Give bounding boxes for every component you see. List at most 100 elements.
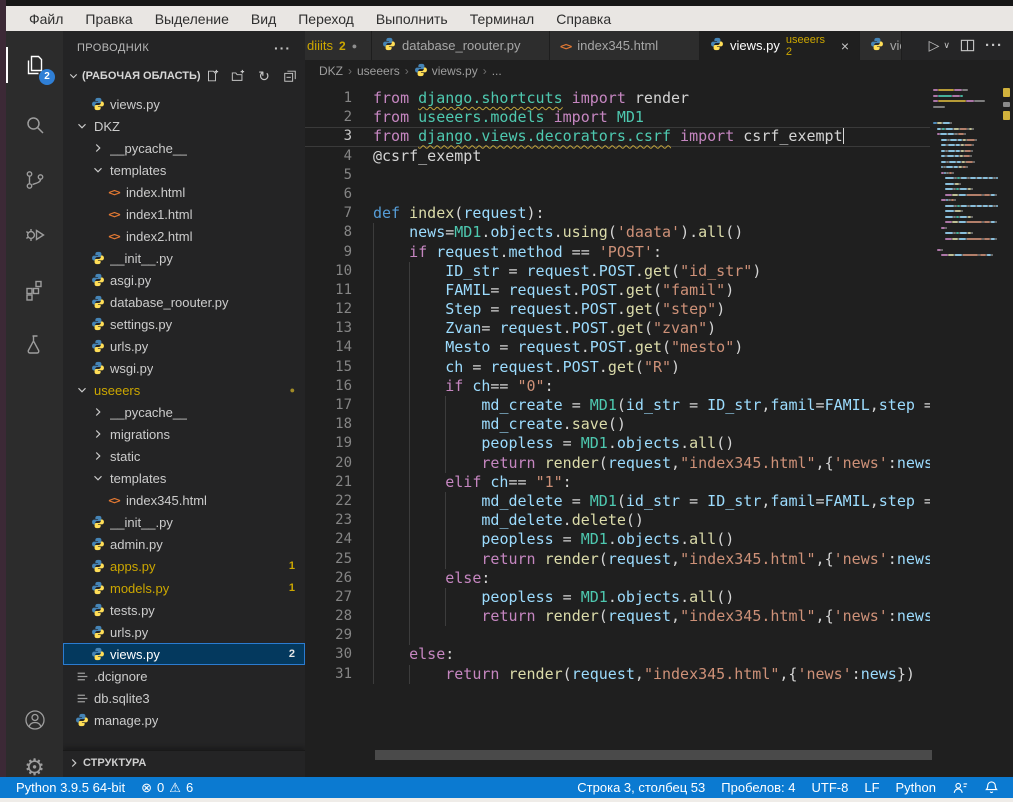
workspace-section-header[interactable]: (РАБОЧАЯ ОБЛАСТЬ) ... ↻ (63, 64, 305, 88)
outline-section-label: СТРУКТУРА (83, 757, 146, 769)
tree-item-migrations[interactable]: migrations (63, 423, 305, 445)
tree-item-database-roouter-py[interactable]: database_roouter.py (63, 291, 305, 313)
outline-section-header[interactable]: СТРУКТУРА (63, 750, 305, 775)
breadcrumb-item-DKZ[interactable]: DKZ (319, 64, 343, 78)
tree-item-index1-html[interactable]: <>index1.html (63, 203, 305, 225)
files-icon[interactable]: 2 (6, 41, 63, 89)
vertical-scrollbar[interactable] (1000, 82, 1013, 777)
menu-bar: ФайлПравкаВыделениеВидПереходВыполнитьТе… (6, 6, 1013, 31)
tab-bar: diiits2●database_roouter.py<>index345.ht… (305, 31, 1013, 60)
menu-item-3[interactable]: Выделение (144, 11, 240, 27)
tree-item--pycache-[interactable]: __pycache__ (63, 401, 305, 423)
breadcrumb-item-useeers[interactable]: useeers (357, 64, 400, 78)
line-number: 5 (305, 166, 373, 185)
modified-dot: ● (290, 385, 295, 395)
indentation-status[interactable]: Пробелов: 4 (713, 780, 803, 795)
tab-database_roouter.py[interactable]: database_roouter.py (372, 31, 550, 60)
tree-item-settings-py[interactable]: settings.py (63, 313, 305, 335)
menu-item-6[interactable]: Выполнить (365, 11, 459, 27)
tree-item-static[interactable]: static (63, 445, 305, 467)
python-file-icon (89, 317, 107, 331)
tree-item-views-py[interactable]: views.py (63, 93, 305, 115)
python-file-icon (870, 37, 884, 54)
close-icon[interactable]: × (841, 38, 849, 54)
tree-item-tests-py[interactable]: tests.py (63, 599, 305, 621)
tree-item-urls-py[interactable]: urls.py (63, 335, 305, 357)
menu-item-1[interactable]: Файл (18, 11, 74, 27)
tree-item-urls-py[interactable]: urls.py (63, 621, 305, 643)
search-icon[interactable] (6, 101, 63, 149)
tab-views.py[interactable]: views.pyuseeers 2× (700, 31, 860, 60)
code-editor[interactable]: 1234567891011121314151617181920212223242… (305, 82, 1013, 777)
new-file-icon[interactable] (203, 67, 221, 85)
tree-item-label: urls.py (110, 625, 148, 640)
more-actions-icon[interactable]: ··· (274, 40, 291, 56)
menu-item-5[interactable]: Переход (287, 11, 365, 27)
problems-status[interactable]: ⊗ 0 ⚠ 6 (133, 780, 201, 796)
overview-ruler-mark (1003, 88, 1010, 97)
new-folder-icon[interactable] (229, 67, 247, 85)
encoding-status[interactable]: UTF-8 (804, 780, 857, 795)
tree-item-wsgi-py[interactable]: wsgi.py (63, 357, 305, 379)
tree-item--init-py[interactable]: __init__.py (63, 247, 305, 269)
breadcrumb-item-viewspy[interactable]: views.py (414, 63, 478, 80)
menu-item-7[interactable]: Терминал (459, 11, 545, 27)
more-actions-icon[interactable]: ··· (985, 37, 1003, 54)
tree-item-asgi-py[interactable]: asgi.py (63, 269, 305, 291)
tree-item--dcignore[interactable]: .dcignore (63, 665, 305, 687)
tree-item-db-sqlite3[interactable]: db.sqlite3 (63, 687, 305, 709)
testing-icon[interactable] (6, 321, 63, 369)
problems-badge: 2 (289, 648, 295, 660)
menu-item-2[interactable]: Правка (74, 11, 143, 27)
tree-item-models-py[interactable]: models.py1 (63, 577, 305, 599)
tree-item-index-html[interactable]: <>index.html (63, 181, 305, 203)
chevron-down-icon (73, 383, 91, 397)
tree-item-manage-py[interactable]: manage.py (63, 709, 305, 731)
tree-item-templates[interactable]: templates (63, 467, 305, 489)
account-icon[interactable] (6, 696, 63, 744)
line-number: 9 (305, 243, 373, 262)
text-cursor (843, 128, 845, 144)
tab-vie[interactable]: vie (860, 31, 902, 60)
tree-item-views-py[interactable]: views.py2 (63, 643, 305, 665)
tree-item-useeers[interactable]: useeers● (63, 379, 305, 401)
python-version-status[interactable]: Python 3.9.5 64-bit (8, 780, 133, 795)
tree-item-apps-py[interactable]: apps.py1 (63, 555, 305, 577)
tree-item-label: index.html (126, 185, 185, 200)
extensions-icon[interactable] (6, 266, 63, 314)
tab-diiits[interactable]: diiits2● (305, 31, 372, 60)
horizontal-scrollbar[interactable] (375, 750, 932, 760)
line-number: 22 (305, 492, 373, 511)
tab-index345.html[interactable]: <>index345.html (550, 31, 700, 60)
run-python-file-icon[interactable]: ▷ (929, 37, 940, 54)
cursor-position-status[interactable]: Строка 3, столбец 53 (569, 780, 713, 795)
split-editor-icon[interactable] (960, 38, 975, 53)
code-line-6 (373, 185, 930, 204)
breadcrumb-item-[interactable]: ... (492, 64, 502, 78)
error-count: 0 (157, 780, 164, 795)
run-debug-icon[interactable] (6, 211, 63, 259)
run-dropdown-icon[interactable]: ∨ (943, 40, 950, 51)
language-mode-status[interactable]: Python (888, 780, 944, 795)
tree-item--init-py[interactable]: __init__.py (63, 511, 305, 533)
tree-item-index345-html[interactable]: <>index345.html (63, 489, 305, 511)
menu-item-4[interactable]: Вид (240, 11, 287, 27)
tree-item-templates[interactable]: templates (63, 159, 305, 181)
tree-item--pycache-[interactable]: __pycache__ (63, 137, 305, 159)
line-number: 8 (305, 223, 373, 242)
chevron-right-icon (89, 427, 107, 441)
minimap[interactable] (930, 85, 1000, 345)
tree-item-DKZ[interactable]: DKZ (63, 115, 305, 137)
tree-item-admin-py[interactable]: admin.py (63, 533, 305, 555)
refresh-icon[interactable]: ↻ (255, 67, 273, 85)
code-content[interactable]: from django.shortcuts import renderfrom … (373, 89, 930, 684)
notifications-bell-icon[interactable] (976, 780, 1007, 795)
tree-item-index2-html[interactable]: <>index2.html (63, 225, 305, 247)
source-control-icon[interactable] (6, 156, 63, 204)
collapse-all-icon[interactable] (281, 67, 299, 85)
feedback-icon[interactable] (944, 780, 976, 795)
chevron-right-icon (67, 756, 81, 770)
eol-status[interactable]: LF (856, 780, 887, 795)
list-file-icon (73, 670, 91, 683)
menu-item-8[interactable]: Справка (545, 11, 622, 27)
